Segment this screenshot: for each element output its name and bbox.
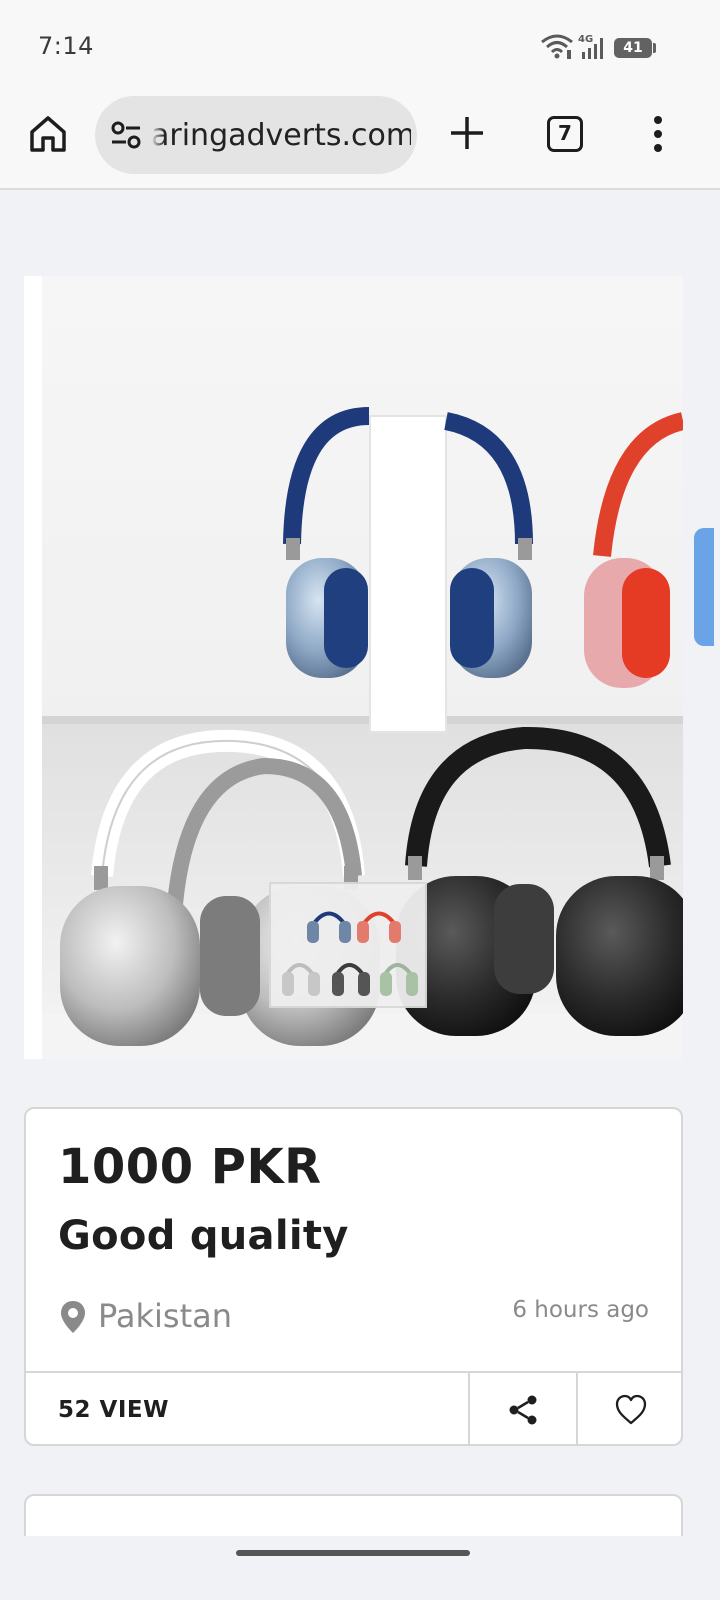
browser-toolbar: aringadverts.com 7 bbox=[0, 92, 720, 190]
listing-footer: 52 VIEW bbox=[26, 1371, 681, 1446]
share-icon[interactable] bbox=[506, 1393, 540, 1427]
heart-icon[interactable] bbox=[614, 1393, 648, 1427]
product-image[interactable] bbox=[24, 276, 683, 1059]
listing-card: 1000 PKR Good quality Pakistan 6 hours a… bbox=[24, 1107, 683, 1446]
home-icon[interactable] bbox=[26, 112, 70, 156]
share-button[interactable] bbox=[468, 1373, 576, 1446]
side-panel-handle[interactable] bbox=[694, 528, 714, 646]
location-pin-icon bbox=[61, 1301, 85, 1333]
headphones-image bbox=[24, 276, 683, 1059]
view-count: 52 VIEW bbox=[58, 1397, 169, 1423]
status-time: 7:14 bbox=[38, 32, 94, 60]
more-menu-icon[interactable] bbox=[650, 114, 666, 154]
network-type-label: 4G bbox=[578, 34, 593, 45]
status-icons: 4G 41 bbox=[540, 30, 670, 60]
listing-title: Good quality bbox=[58, 1213, 349, 1259]
location-text: Pakistan bbox=[98, 1297, 232, 1335]
status-bar: 7:14 4G 41 bbox=[0, 0, 720, 92]
url-text[interactable]: aringadverts.com bbox=[151, 118, 411, 154]
wifi-icon bbox=[541, 34, 573, 59]
listing-price: 1000 PKR bbox=[58, 1139, 322, 1195]
site-settings-icon[interactable] bbox=[109, 118, 143, 152]
tab-switcher-button[interactable]: 7 bbox=[547, 116, 583, 152]
posted-time: 6 hours ago bbox=[512, 1297, 649, 1323]
battery-nub bbox=[653, 43, 656, 53]
cellular-signal-icon: 4G bbox=[578, 34, 603, 59]
favorite-button[interactable] bbox=[576, 1373, 681, 1446]
battery-indicator: 41 bbox=[614, 38, 652, 58]
new-tab-icon[interactable] bbox=[448, 114, 486, 152]
home-gesture-bar[interactable] bbox=[236, 1550, 470, 1556]
url-fade bbox=[151, 114, 165, 158]
bottom-gesture-area bbox=[0, 1536, 720, 1600]
address-bar[interactable]: aringadverts.com bbox=[95, 96, 417, 174]
